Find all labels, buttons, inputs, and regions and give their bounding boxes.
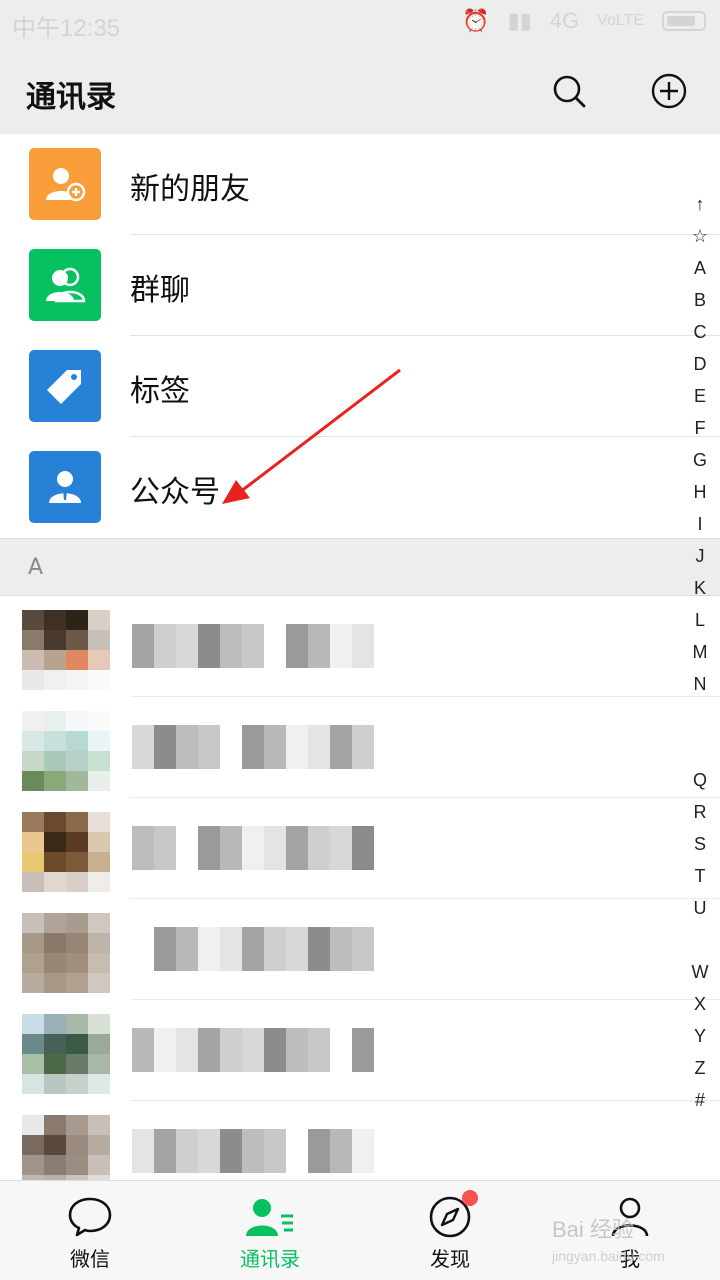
contact-row[interactable] bbox=[0, 798, 720, 899]
avatar bbox=[22, 1014, 110, 1094]
fixed-item-label: 标签 bbox=[130, 374, 190, 409]
status-time: 中午12:35 bbox=[12, 15, 121, 42]
app-header: 通讯录 bbox=[0, 48, 720, 134]
fixed-item-group-chats[interactable]: 群聊 bbox=[0, 235, 720, 336]
contact-name-blurred bbox=[132, 1129, 374, 1173]
index-letter[interactable]: F bbox=[684, 412, 716, 444]
contact-name-blurred bbox=[132, 1028, 374, 1072]
index-letter[interactable]: D bbox=[684, 348, 716, 380]
index-letter[interactable]: G bbox=[684, 444, 716, 476]
add-friend-icon bbox=[29, 148, 101, 220]
tab-discover[interactable]: 发现 bbox=[360, 1181, 540, 1280]
contact-list[interactable]: 新的朋友 群聊 标签 公众号 A bbox=[0, 134, 720, 1180]
index-letter[interactable] bbox=[684, 924, 716, 956]
contact-row[interactable] bbox=[0, 899, 720, 1000]
index-letter[interactable]: A bbox=[684, 252, 716, 284]
index-letter[interactable]: S bbox=[684, 828, 716, 860]
index-letter[interactable]: E bbox=[684, 380, 716, 412]
index-letter[interactable]: N bbox=[684, 668, 716, 700]
index-letter[interactable]: ☆ bbox=[684, 220, 716, 252]
discover-badge bbox=[462, 1190, 478, 1206]
tab-label: 通讯录 bbox=[240, 1247, 300, 1271]
avatar bbox=[22, 913, 110, 993]
contact-row[interactable] bbox=[0, 1000, 720, 1101]
index-letter[interactable]: T bbox=[684, 860, 716, 892]
volte-label: VoLTE bbox=[597, 12, 644, 29]
contacts-icon bbox=[242, 1193, 298, 1241]
contact-name-blurred bbox=[132, 725, 374, 769]
watermark-url: jingyan.baidu.com bbox=[552, 1248, 665, 1264]
page-title: 通讯录 bbox=[26, 80, 116, 115]
signal-icon: ▮▮ bbox=[507, 8, 532, 33]
fixed-item-tags[interactable]: 标签 bbox=[0, 336, 720, 437]
index-letter[interactable]: M bbox=[684, 636, 716, 668]
index-letter[interactable] bbox=[684, 700, 716, 732]
network-label: 4G bbox=[549, 8, 580, 33]
avatar bbox=[22, 711, 110, 791]
tab-contacts[interactable]: 通讯录 bbox=[180, 1181, 360, 1280]
contacts-container bbox=[0, 596, 720, 1180]
index-letter[interactable]: R bbox=[684, 796, 716, 828]
search-icon bbox=[553, 75, 586, 108]
index-letter[interactable]: Q bbox=[684, 764, 716, 796]
tag-icon bbox=[29, 350, 101, 422]
add-button[interactable] bbox=[648, 70, 690, 112]
index-letter[interactable]: X bbox=[684, 988, 716, 1020]
avatar bbox=[22, 812, 110, 892]
search-button[interactable] bbox=[548, 70, 590, 112]
tab-label: 发现 bbox=[430, 1247, 470, 1271]
contact-row[interactable] bbox=[0, 1101, 720, 1180]
fixed-item-official-accounts[interactable]: 公众号 bbox=[0, 437, 720, 538]
index-letter[interactable]: B bbox=[684, 284, 716, 316]
watermark-logo: Bai 经验 bbox=[552, 1217, 634, 1242]
index-letter[interactable]: L bbox=[684, 604, 716, 636]
avatar bbox=[22, 1115, 110, 1180]
index-letter[interactable]: H bbox=[684, 476, 716, 508]
fixed-item-label: 群聊 bbox=[130, 273, 190, 308]
alarm-icon: ⏰ bbox=[462, 8, 490, 33]
index-letter[interactable]: Y bbox=[684, 1020, 716, 1052]
tab-label: 微信 bbox=[70, 1247, 110, 1271]
battery-icon bbox=[662, 11, 706, 31]
plus-circle-icon bbox=[651, 73, 687, 109]
contact-row[interactable] bbox=[0, 697, 720, 798]
section-letter: A bbox=[28, 555, 44, 580]
contact-name-blurred bbox=[132, 826, 374, 870]
fixed-item-label: 公众号 bbox=[130, 475, 220, 510]
section-header: A bbox=[0, 538, 720, 596]
contact-name-blurred bbox=[132, 927, 374, 971]
official-account-icon bbox=[29, 451, 101, 523]
index-letter[interactable]: U bbox=[684, 892, 716, 924]
alphabet-index[interactable]: ↑ ☆ A B C D E F G H I J K L M N Q R S T U W X Y Z # bbox=[684, 188, 716, 1116]
index-letter[interactable]: ↑ bbox=[684, 188, 716, 220]
index-letter[interactable]: K bbox=[684, 572, 716, 604]
chat-bubble-icon bbox=[62, 1193, 118, 1241]
index-letter[interactable]: I bbox=[684, 508, 716, 540]
contact-name-blurred bbox=[132, 624, 374, 668]
index-letter[interactable]: W bbox=[684, 956, 716, 988]
group-chat-icon bbox=[29, 249, 101, 321]
index-letter[interactable]: # bbox=[684, 1084, 716, 1116]
index-letter[interactable] bbox=[684, 732, 716, 764]
status-indicators: ⏰ ▮▮ 4G VoLTE bbox=[462, 8, 706, 34]
fixed-item-new-friends[interactable]: 新的朋友 bbox=[0, 134, 720, 235]
fixed-item-label: 新的朋友 bbox=[130, 172, 250, 207]
contact-row[interactable] bbox=[0, 596, 720, 697]
status-bar: 中午12:35 ⏰ ▮▮ 4G VoLTE bbox=[0, 0, 720, 48]
tab-chats[interactable]: 微信 bbox=[0, 1181, 180, 1280]
index-letter[interactable]: J bbox=[684, 540, 716, 572]
avatar bbox=[22, 610, 110, 690]
index-letter[interactable]: Z bbox=[684, 1052, 716, 1084]
index-letter[interactable]: C bbox=[684, 316, 716, 348]
